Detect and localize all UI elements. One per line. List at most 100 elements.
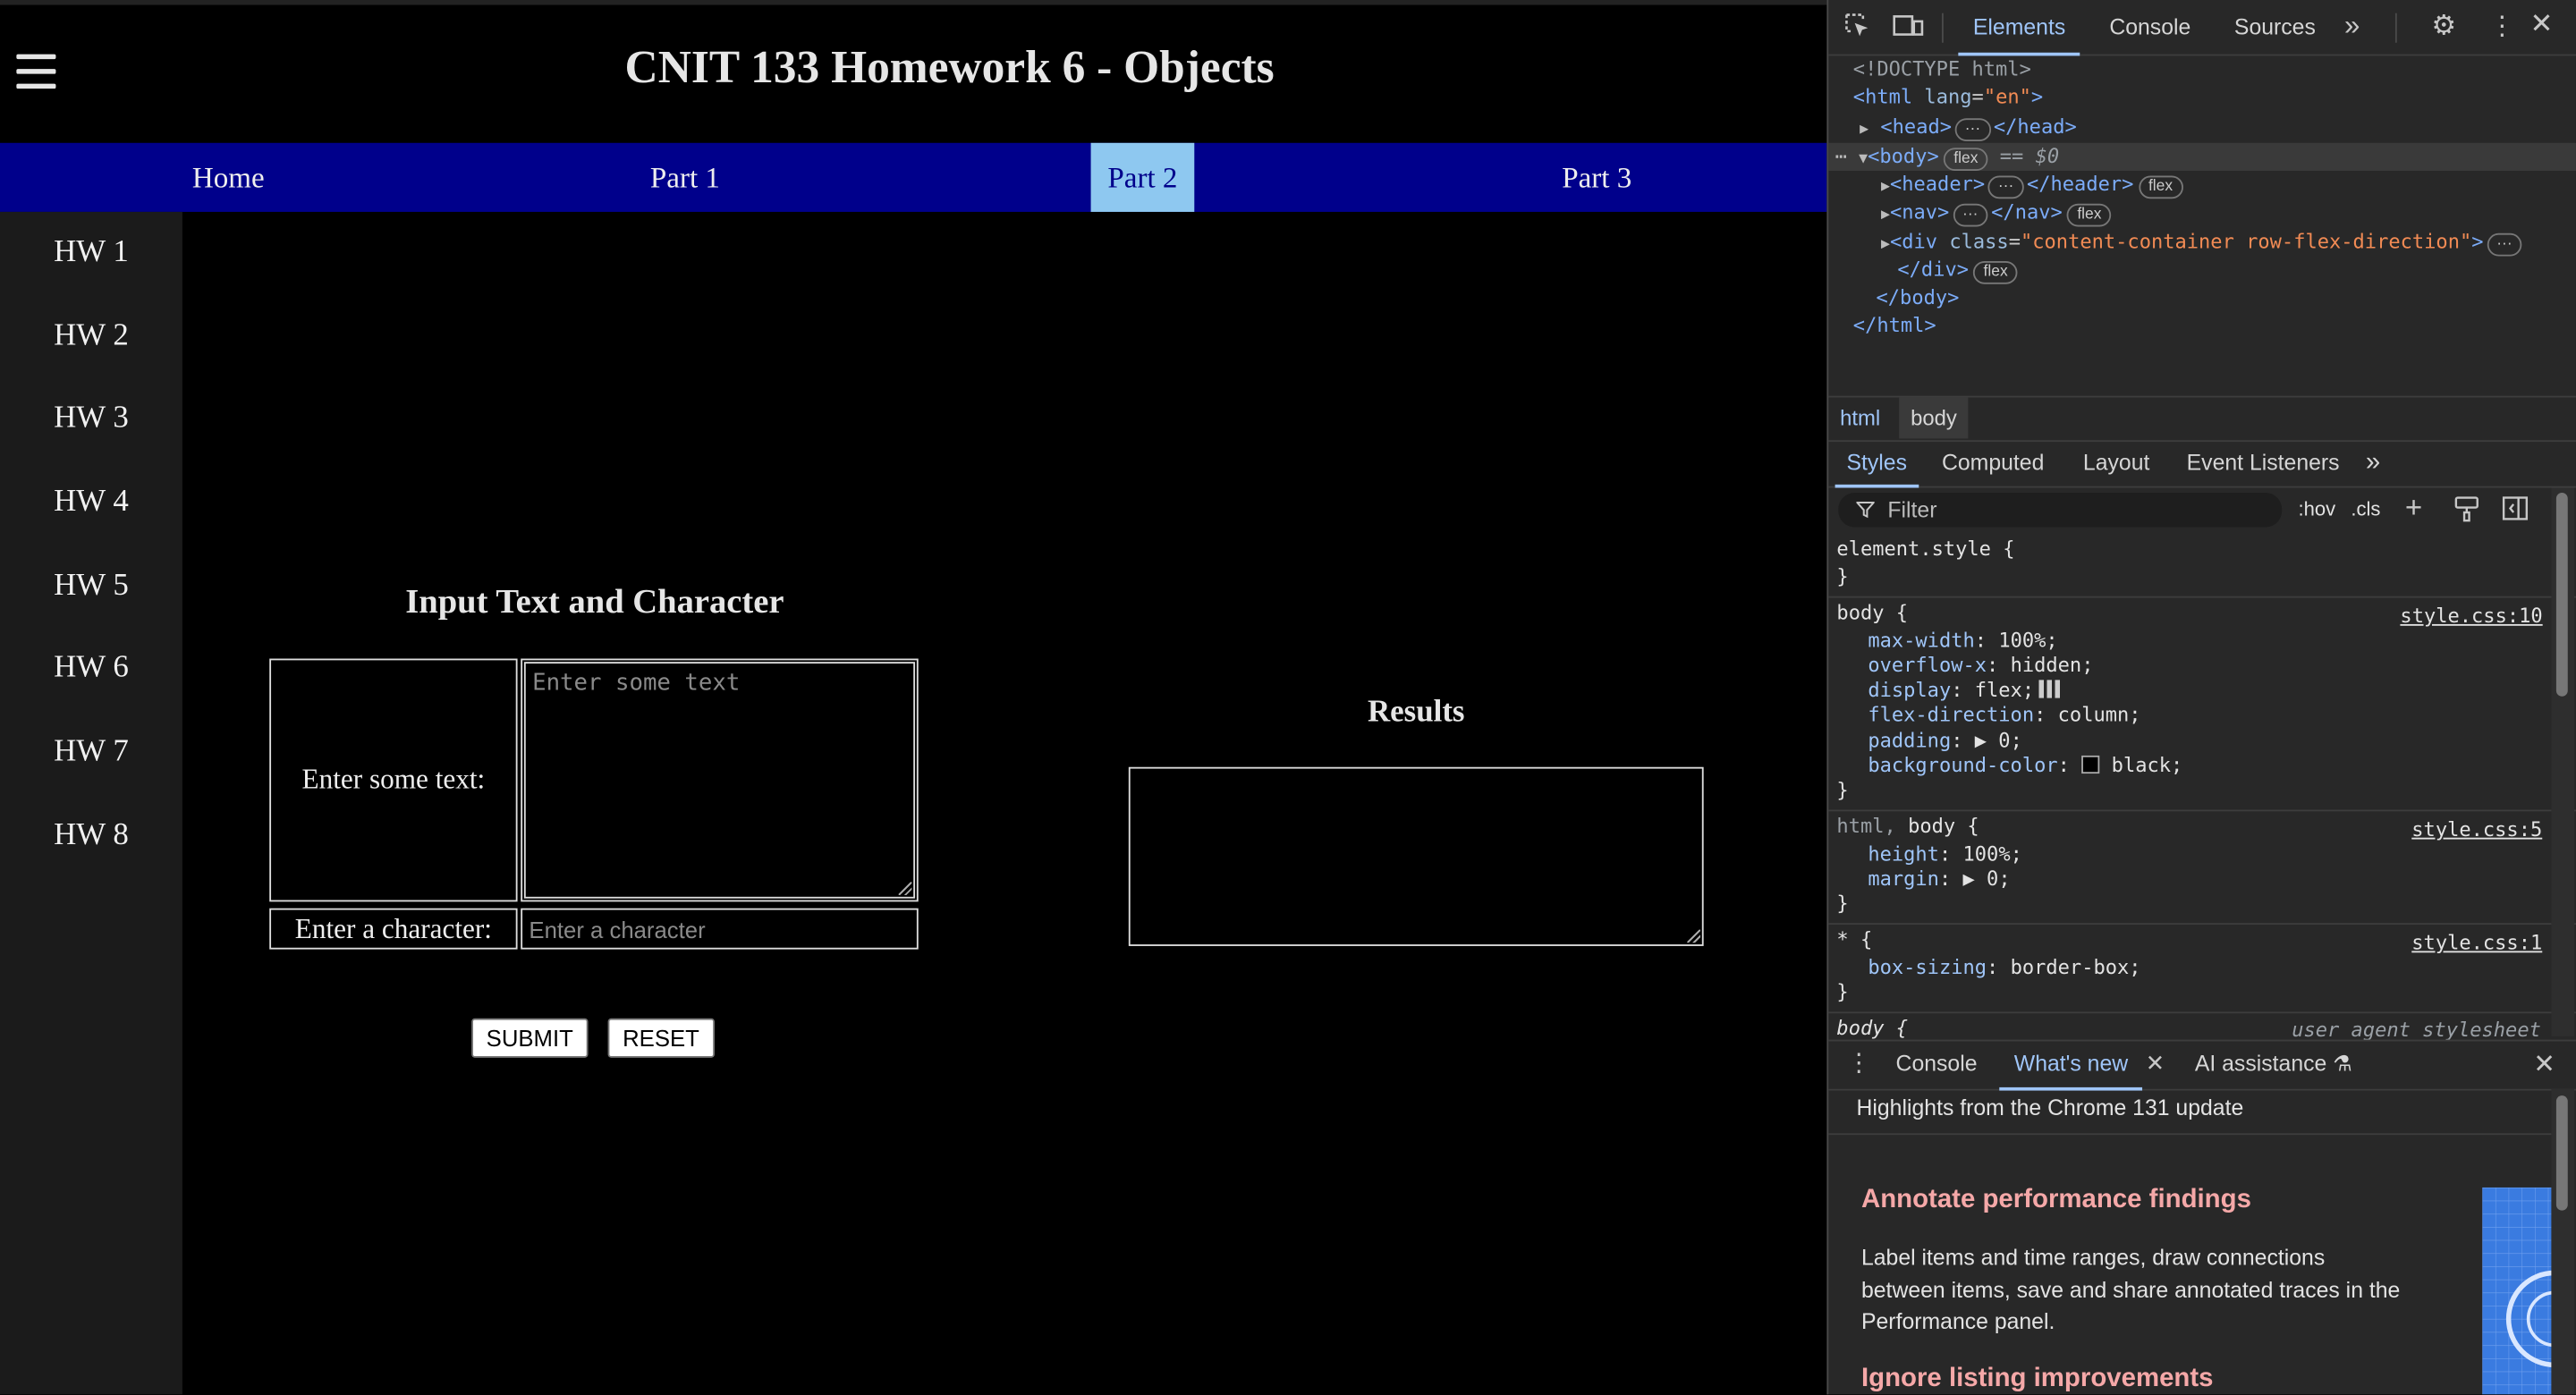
rule-body-source-link[interactable]: style.css:10 [2400, 604, 2542, 628]
dom-html-node[interactable]: <html lang="en"> [1853, 86, 2043, 109]
rule-body-selector[interactable]: body { [1836, 601, 1908, 624]
feature-body-annotate: Label items and time ranges, draw connec… [1860, 1245, 2401, 1334]
settings-gear-icon[interactable]: ⚙ [2431, 10, 2456, 43]
page-viewport: CNIT 133 Homework 6 - Objects Home Part … [0, 0, 1827, 1395]
inspect-element-icon[interactable] [1842, 12, 1871, 41]
tab-event-listeners[interactable]: Event Listeners [2187, 440, 2340, 485]
dom-header-node[interactable]: ▶<header> ··· </header> flex [1881, 173, 2183, 199]
close-devtools-icon[interactable]: ✕ [2530, 8, 2554, 41]
devtools-panel: Elements Console Sources » ⚙ ⋮ ✕ <!DOCTY… [1826, 0, 2576, 1395]
drawer-scrollbar-thumb[interactable] [2555, 1095, 2568, 1211]
css-prop-max-width[interactable]: max-width: 100%; [1868, 629, 2057, 652]
styles-filter-bar: Filter :hov .cls + [1828, 487, 2576, 533]
css-prop-background-color[interactable]: background-color: black; [1868, 754, 2182, 777]
sidebar: HW 1 HW 2 HW 3 HW 4 HW 5 HW 6 HW 7 HW 8 [0, 211, 182, 1395]
rule-element-style[interactable]: element.style { [1836, 537, 2014, 561]
tab-layout[interactable]: Layout [2083, 440, 2149, 485]
toggle-sidebar-icon[interactable] [2502, 496, 2529, 528]
sidebar-item-hw8[interactable]: HW 8 [0, 818, 182, 854]
feature-title-annotate[interactable]: Annotate performance findings [1861, 1186, 2251, 1215]
css-prop-padding[interactable]: padding: ▶ 0; [1868, 729, 2022, 752]
rule-close-brace: } [1836, 564, 1849, 588]
tab-styles[interactable]: Styles [1835, 440, 1919, 488]
char-input[interactable] [521, 908, 919, 950]
device-toolbar-icon[interactable] [1891, 12, 1924, 41]
tab-computed[interactable]: Computed [1942, 440, 2044, 485]
rule-close-brace: } [1836, 892, 1849, 916]
css-prop-margin[interactable]: margin: ▶ 0; [1868, 867, 2010, 891]
sidebar-item-hw1[interactable]: HW 1 [0, 235, 182, 271]
rule-universal-source-link[interactable]: style.css:1 [2411, 931, 2542, 954]
close-drawer-icon[interactable]: ✕ [2533, 1048, 2555, 1081]
sidebar-item-hw4[interactable]: HW 4 [0, 485, 182, 520]
dom-div-node[interactable]: ▶<div class="content-container row-flex-… [1881, 230, 2525, 257]
whats-new-highlights: Highlights from the Chrome 131 update [1856, 1095, 2244, 1120]
css-prop-height[interactable]: height: 100%; [1868, 842, 2022, 866]
sidebar-item-hw7[interactable]: HW 7 [0, 734, 182, 770]
dom-body-node[interactable]: ⋯ ▼<body> flex == $0 [1835, 145, 2059, 172]
resize-grip-icon[interactable] [898, 882, 912, 896]
feature-illustration [2482, 1187, 2555, 1395]
rule-html-body-selector[interactable]: html, body { [1836, 815, 1979, 838]
styles-scrollbar-thumb[interactable] [2555, 493, 2568, 697]
kebab-menu-icon[interactable]: ⋮ [2489, 10, 2515, 43]
dom-doctype[interactable]: <!DOCTYPE html> [1853, 57, 2031, 80]
css-prop-display[interactable]: display: flex; [1868, 679, 2061, 701]
dom-body-close[interactable]: </body> [1877, 286, 1960, 309]
drawer-menu-icon[interactable]: ⋮ [1846, 1048, 1871, 1078]
text-input[interactable] [523, 662, 916, 899]
nav-home[interactable]: Home [148, 143, 309, 212]
flex-editor-icon[interactable] [2038, 680, 2061, 698]
drawer-tab-whats-new[interactable]: What's new [1999, 1041, 2143, 1091]
reset-button[interactable]: RESET [607, 1018, 715, 1058]
char-label-cell: Enter a character: [269, 908, 518, 950]
tab-sources[interactable]: Sources [2234, 0, 2316, 53]
drawer-tab-console[interactable]: Console [1896, 1041, 1978, 1086]
dom-div-close[interactable]: </div> flex [1897, 258, 2018, 284]
css-prop-flex-direction[interactable]: flex-direction: column; [1868, 703, 2140, 726]
breadcrumb-html[interactable]: html [1828, 397, 1892, 438]
more-tabs-icon[interactable]: » [2344, 10, 2360, 43]
styles-tabbar: Styles Computed Layout Event Listeners » [1828, 440, 2576, 488]
nav-part-3[interactable]: Part 3 [1516, 143, 1677, 212]
resize-grip-icon[interactable] [1687, 929, 1700, 943]
page-title: CNIT 133 Homework 6 - Objects [624, 42, 1275, 94]
hover-state-toggle[interactable]: :hov [2299, 498, 2336, 521]
rule-ua-source: user agent stylesheet [2292, 1018, 2541, 1042]
sidebar-item-hw5[interactable]: HW 5 [0, 568, 182, 604]
rule-universal-selector[interactable]: * { [1836, 928, 1872, 951]
results-output[interactable] [1128, 766, 1704, 946]
drawer-scrollbar[interactable] [2551, 1088, 2575, 1395]
close-tab-icon[interactable]: ✕ [2146, 1050, 2165, 1078]
more-style-tabs-icon[interactable]: » [2366, 440, 2380, 485]
styles-filter-input[interactable]: Filter [1838, 493, 2283, 528]
drawer-tabbar: ⋮ Console What's new ✕ AI assistance ⚗ ✕ [1828, 1039, 2576, 1091]
sidebar-item-hw2[interactable]: HW 2 [0, 318, 182, 354]
paint-brush-icon[interactable] [2454, 496, 2479, 529]
drawer-tab-ai-assistance[interactable]: AI assistance ⚗ [2195, 1041, 2352, 1086]
class-toggle[interactable]: .cls [2351, 498, 2380, 521]
rule-close-brace: } [1836, 980, 1849, 1004]
tab-console[interactable]: Console [2109, 0, 2190, 53]
rule-html-body-source-link[interactable]: style.css:5 [2411, 818, 2542, 841]
new-rule-plus-icon[interactable]: + [2405, 491, 2422, 526]
dom-html-close[interactable]: </html> [1853, 314, 1936, 337]
devtools-tabbar: Elements Console Sources » ⚙ ⋮ ✕ [1828, 0, 2576, 56]
css-prop-overflow-x[interactable]: overflow-x: hidden; [1868, 654, 2093, 677]
color-swatch[interactable] [2081, 755, 2100, 774]
feature-title-ignore-listing[interactable]: Ignore listing improvements [1861, 1365, 2214, 1394]
nav-part-2[interactable]: Part 2 [1090, 142, 1195, 212]
css-prop-box-sizing[interactable]: box-sizing: border-box; [1868, 956, 2140, 979]
dom-head-node[interactable]: ▶ <head> ··· </head> [1860, 115, 2077, 141]
submit-button[interactable]: SUBMIT [471, 1018, 589, 1058]
styles-scrollbar[interactable] [2551, 487, 2575, 1036]
rule-ua-body-selector[interactable]: body { [1836, 1017, 1908, 1040]
dom-nav-node[interactable]: ▶<nav> ··· </nav> flex [1881, 200, 2112, 227]
breadcrumb: html body [1828, 395, 2576, 443]
text-input-cell [521, 658, 919, 902]
breadcrumb-body[interactable]: body [1899, 397, 1969, 439]
nav-part-1[interactable]: Part 1 [605, 143, 766, 212]
sidebar-item-hw3[interactable]: HW 3 [0, 401, 182, 436]
sidebar-item-hw6[interactable]: HW 6 [0, 650, 182, 686]
tab-elements[interactable]: Elements [1958, 0, 2080, 56]
